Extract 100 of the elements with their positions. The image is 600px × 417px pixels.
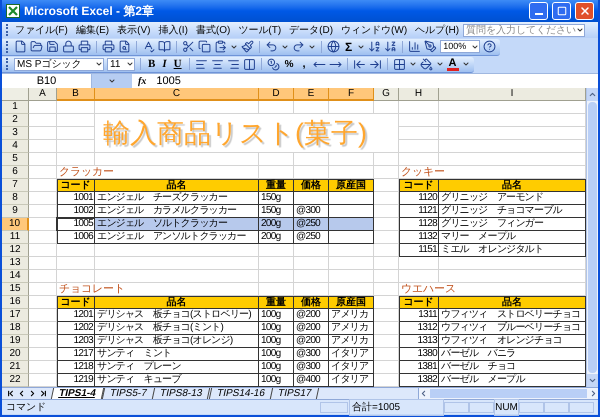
folder-icon[interactable]	[30, 40, 43, 53]
first-sheet-icon[interactable]	[6, 389, 15, 398]
table-cell[interactable]: @200	[294, 335, 329, 348]
table-cell[interactable]: 200g	[259, 218, 294, 231]
caret-icon[interactable]	[126, 60, 134, 68]
table-cell[interactable]: 1001	[57, 192, 95, 205]
column-header[interactable]: B	[57, 88, 95, 101]
table-cell[interactable]: 1311	[399, 309, 439, 322]
spelling-icon[interactable]	[142, 40, 155, 53]
copy-icon[interactable]	[198, 40, 211, 53]
table-cell[interactable]: グリニッジ フィンガー	[439, 218, 586, 231]
table-cell[interactable]: 1203	[57, 335, 95, 348]
row-header[interactable]: 17	[2, 309, 29, 322]
vertical-scrollbar[interactable]	[586, 88, 598, 387]
printer-icon[interactable]	[102, 40, 115, 53]
bold-button[interactable]: B	[146, 56, 158, 72]
table-cell[interactable]	[294, 192, 329, 205]
table-cell[interactable]: 100g	[259, 374, 294, 387]
table-cell[interactable]: 1121	[399, 205, 439, 218]
table-cell[interactable]: バーゼル メープル	[439, 374, 586, 387]
cut-icon[interactable]	[182, 40, 195, 53]
table-cell[interactable]: 1002	[57, 205, 95, 218]
minimize-button[interactable]	[529, 2, 548, 20]
table-cell[interactable]: 100g	[259, 335, 294, 348]
table-cell[interactable]: イタリア	[329, 348, 374, 361]
font-size-field[interactable]: 11	[107, 58, 135, 70]
maximize-button[interactable]	[552, 2, 571, 20]
table-cell[interactable]: @300	[294, 348, 329, 361]
table-cell[interactable]: 1312	[399, 322, 439, 335]
horizontal-scrollbar[interactable]	[418, 388, 598, 399]
globe-icon[interactable]	[327, 40, 340, 53]
caret-icon[interactable]	[281, 42, 289, 50]
table-cell[interactable]: 150g	[259, 192, 294, 205]
caret-icon[interactable]	[230, 42, 238, 50]
row-header[interactable]: 1	[2, 101, 29, 114]
insert-function-button[interactable]: fx	[132, 74, 152, 88]
pen-icon[interactable]	[424, 40, 438, 53]
caret-icon[interactable]	[108, 77, 116, 85]
column-header[interactable]: G	[374, 88, 399, 101]
column-header[interactable]: F	[329, 88, 374, 101]
caret-icon[interactable]	[408, 60, 417, 68]
table-cell[interactable]: イタリア	[329, 374, 374, 387]
font-field[interactable]: MS Pゴシック	[14, 58, 104, 70]
sheet-tab[interactable]: TIPS5-7	[102, 388, 155, 399]
caret-icon[interactable]	[576, 26, 584, 34]
help-search-field[interactable]: 質問を入力してください	[463, 24, 586, 36]
table-cell[interactable]: マリー メープル	[439, 231, 586, 244]
table-cell[interactable]: 1201	[57, 309, 95, 322]
table-cell[interactable]: ミエル オレンジタルト	[439, 244, 586, 257]
table-cell[interactable]: アメリカ	[329, 322, 374, 335]
row-header[interactable]: 20	[2, 348, 29, 361]
coins-icon[interactable]	[266, 58, 280, 70]
previous-sheet-icon[interactable]	[17, 389, 26, 398]
table-cell[interactable]	[329, 192, 374, 205]
table-cell[interactable]: エンジェル ソルトクラッカー	[95, 218, 259, 231]
help-icon[interactable]	[483, 40, 496, 53]
table-cell[interactable]: 1217	[57, 348, 95, 361]
table-cell[interactable]: 1381	[399, 361, 439, 374]
table-cell[interactable]: サンティ ミント	[95, 348, 259, 361]
table-cell[interactable]: バーゼル バニラ	[439, 348, 586, 361]
table-cell[interactable]: 1005	[57, 218, 95, 231]
table-cell[interactable]: 1382	[399, 374, 439, 387]
table-cell[interactable]: 1132	[399, 231, 439, 244]
row-header[interactable]: 10	[2, 218, 29, 231]
row-header[interactable]: 7	[2, 179, 29, 192]
sort-descending-icon[interactable]	[384, 40, 398, 53]
row-header[interactable]: 18	[2, 322, 29, 335]
caret-icon[interactable]	[357, 42, 366, 50]
column-header[interactable]: H	[399, 88, 439, 101]
table-cell[interactable]: エンジェル チーズクラッカー	[95, 192, 259, 205]
row-header[interactable]: 14	[2, 270, 29, 283]
row-header[interactable]: 2	[2, 114, 29, 127]
caret-icon[interactable]	[95, 60, 103, 68]
table-cell[interactable]: アメリカ	[329, 335, 374, 348]
caret-icon[interactable]	[462, 60, 470, 68]
table-cell[interactable]: 1120	[399, 192, 439, 205]
align-left-icon[interactable]	[194, 58, 208, 70]
caret-icon[interactable]	[471, 42, 480, 50]
select-all-button[interactable]	[2, 88, 29, 101]
menu-item[interactable]: ファイル(F)	[11, 22, 72, 38]
column-header[interactable]: D	[259, 88, 294, 101]
table-cell[interactable]: 100g	[259, 348, 294, 361]
table-cell[interactable]: @200	[294, 322, 329, 335]
book-icon[interactable]	[158, 40, 171, 53]
row-header[interactable]: 19	[2, 335, 29, 348]
align-center-icon[interactable]	[210, 58, 224, 70]
table-cell[interactable]: サンティ プレーン	[95, 361, 259, 374]
table-cell[interactable]: @250	[294, 231, 329, 244]
caret-icon[interactable]	[436, 60, 444, 68]
scroll-thumb[interactable]	[588, 102, 597, 373]
table-cell[interactable]: @300	[294, 205, 329, 218]
table-cell[interactable]: 1218	[57, 361, 95, 374]
table-cell[interactable]: デリシャス 板チョコ(ストロベリー)	[95, 309, 259, 322]
autosum-button[interactable]: Σ	[343, 40, 354, 52]
scroll-down-icon[interactable]	[588, 376, 597, 385]
menu-item[interactable]: ツール(T)	[234, 22, 286, 38]
next-sheet-icon[interactable]	[28, 389, 37, 398]
new-document-icon[interactable]	[14, 40, 27, 53]
sheet-tab[interactable]: TIPS14-16	[208, 388, 273, 399]
menu-item[interactable]: 書式(O)	[192, 22, 234, 38]
